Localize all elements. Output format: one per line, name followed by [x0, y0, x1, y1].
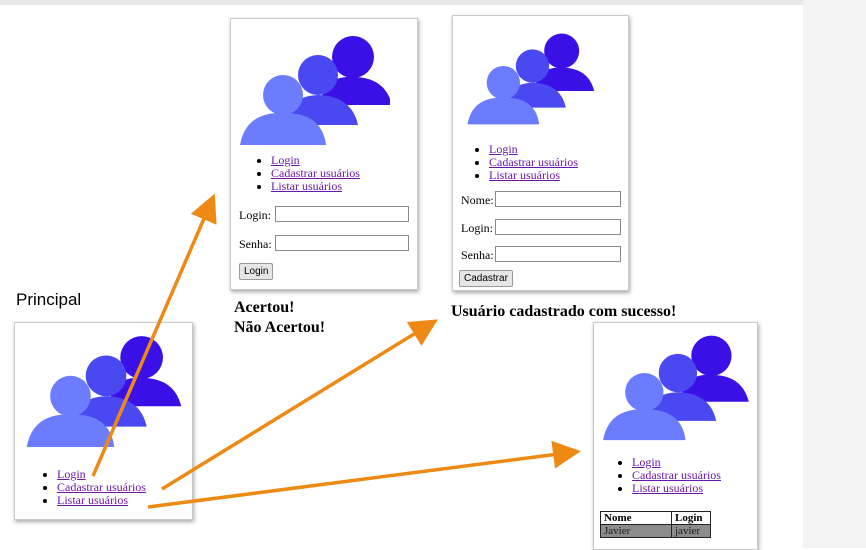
flow-arrows — [91, 193, 581, 509]
arrow-to-login — [91, 193, 217, 477]
arrow-to-cadastro — [161, 319, 438, 491]
